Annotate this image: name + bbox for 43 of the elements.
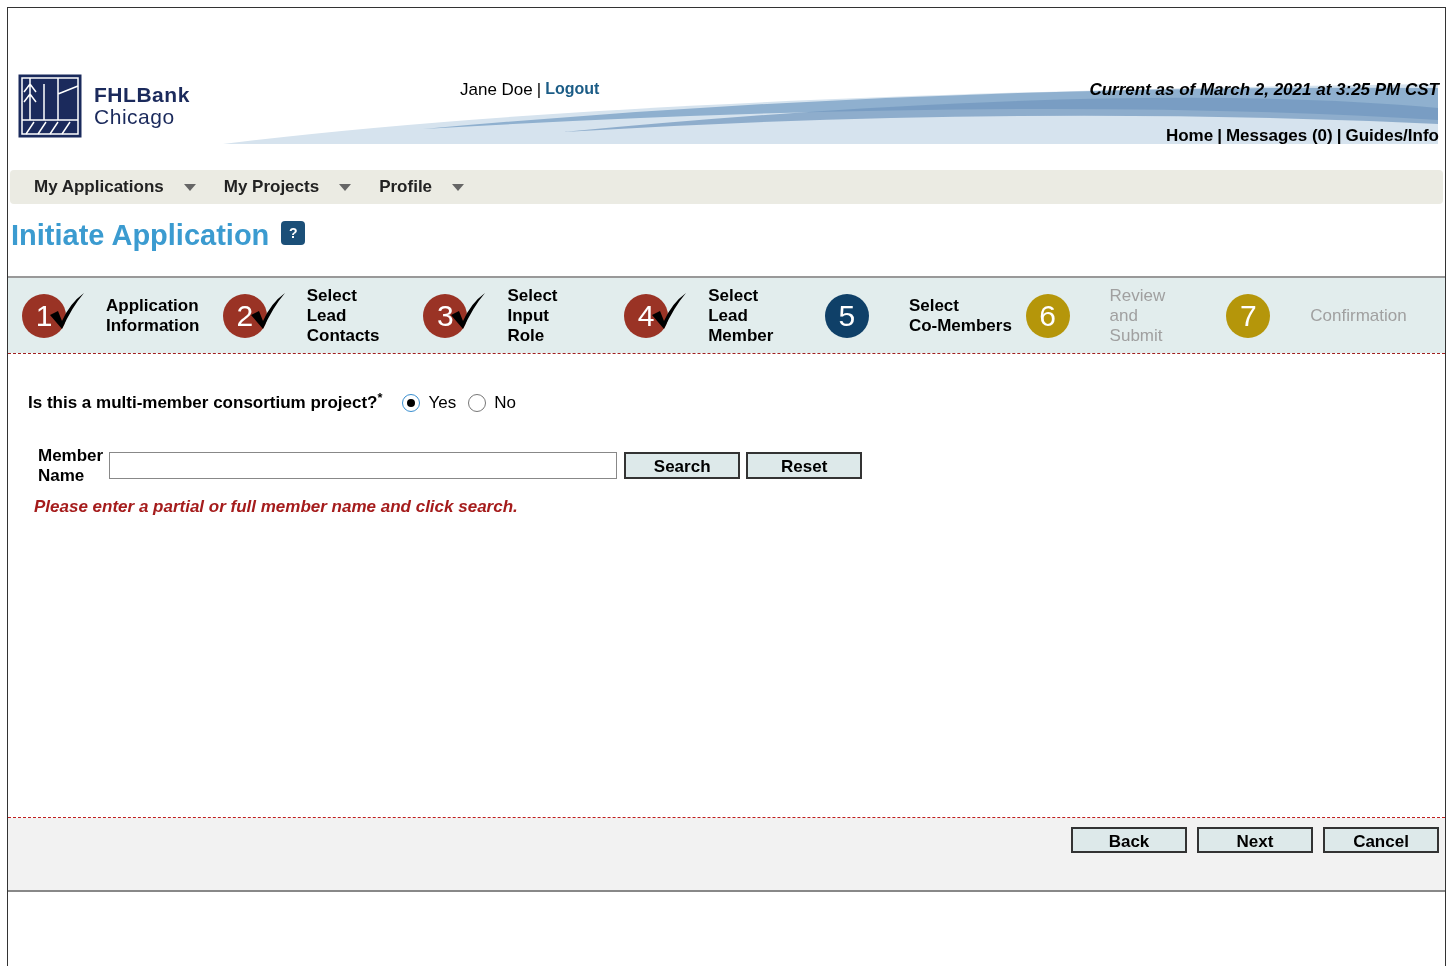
caret-icon	[452, 183, 465, 191]
menu-item[interactable]: My Projects	[223, 174, 352, 200]
separator: |	[1217, 125, 1222, 147]
step-label: Confirmation	[1310, 305, 1407, 326]
step-label: Review and Submit	[1109, 285, 1166, 346]
search-button[interactable]: Search	[624, 452, 741, 479]
radio-button[interactable]	[468, 393, 487, 412]
menu-item[interactable]: Profile	[379, 174, 465, 200]
member-name-field[interactable]	[109, 452, 618, 479]
logo-icon	[18, 74, 82, 138]
logout-link[interactable]: Logout	[545, 77, 600, 103]
nav-button[interactable]: Back	[1071, 827, 1187, 853]
caret-icon	[339, 183, 352, 191]
menu-item[interactable]: My Applications	[34, 174, 196, 200]
timestamp: Current as of March 2, 2021 at 3:25 PM CST	[1089, 79, 1439, 101]
step-label: Select Lead Member	[708, 285, 774, 346]
step-number: 5	[824, 293, 869, 338]
header-link[interactable]: Messages (0)	[1225, 123, 1333, 149]
radio-label: Yes	[428, 392, 457, 414]
help-button[interactable]: ?	[281, 221, 306, 245]
radio-button[interactable]	[402, 393, 421, 412]
nav-button[interactable]: Next	[1197, 827, 1313, 853]
page-title: Initiate Application	[11, 218, 270, 254]
step-label: Application Information	[106, 295, 200, 336]
logo-text: Chicago	[94, 106, 176, 128]
nav-button[interactable]: Cancel	[1323, 827, 1439, 853]
search-button[interactable]: Reset	[746, 452, 863, 479]
step-label: Select Co-Members	[908, 295, 1012, 336]
field-label: Member Name	[38, 445, 104, 486]
separator: |	[1336, 125, 1342, 147]
step-number: 7	[1226, 293, 1271, 338]
header-link[interactable]: Home	[1165, 123, 1214, 149]
step-number: 6	[1025, 293, 1070, 338]
step-label: Select Input Role	[507, 285, 558, 346]
radio-label: No	[494, 392, 516, 414]
question-text: Is this a multi-member consortium project?$^{*}$	[28, 390, 383, 414]
separator: |	[536, 79, 542, 101]
caret-icon	[183, 183, 196, 191]
step-label: Select Lead Contacts	[306, 285, 380, 346]
user-name: Jane Doe	[460, 79, 533, 101]
hint-text: Please enter a partial or full member name and click search.	[33, 495, 519, 518]
logo-text: FHLBank	[94, 84, 190, 106]
header-link[interactable]: Guides/Info	[1345, 123, 1439, 149]
